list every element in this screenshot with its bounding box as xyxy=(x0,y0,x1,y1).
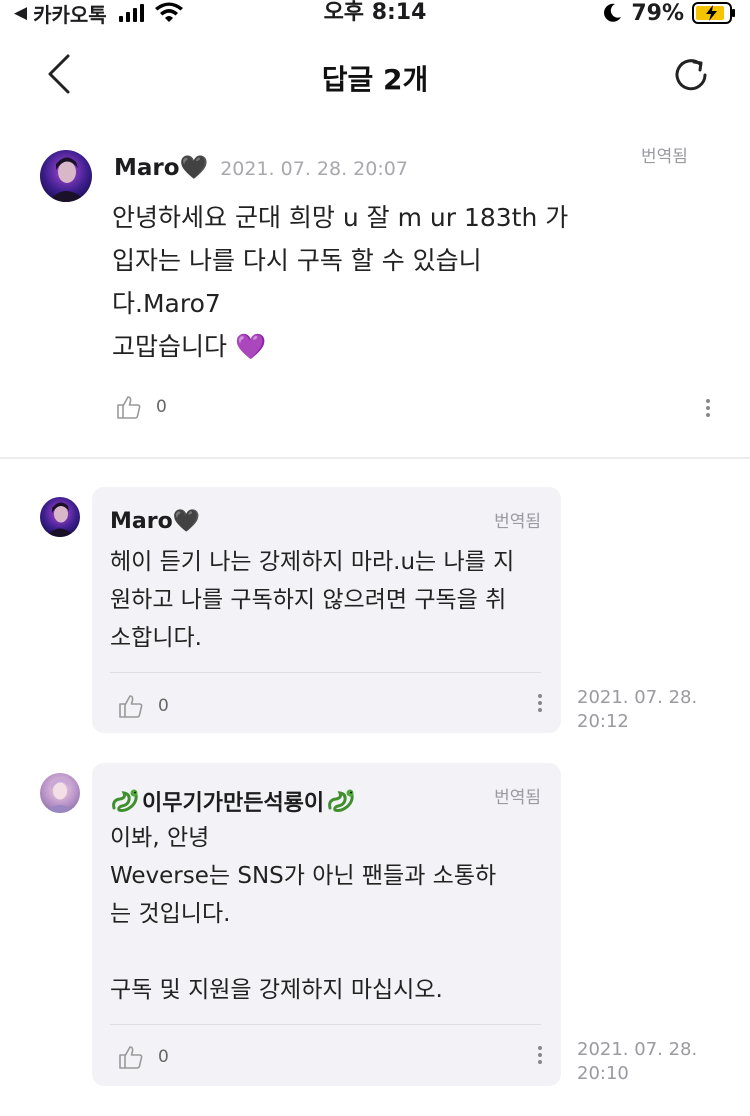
status-bar-right: 79% xyxy=(601,0,736,26)
moon-icon xyxy=(604,3,622,22)
comment-body: 안녕하세요 군대 희망 u 잘 m ur 183th 가 입자는 나를 다시 구… xyxy=(112,203,569,361)
like-count: 0 xyxy=(158,1047,169,1067)
timestamp: 2021. 07. 28. 20:07 xyxy=(220,158,408,180)
translated-label[interactable]: 번역됨 xyxy=(494,783,541,808)
translated-label[interactable]: 번역됨 xyxy=(494,507,541,532)
page-title: 답글 2개 xyxy=(321,63,429,96)
refresh-button[interactable] xyxy=(670,54,712,96)
bubble-divider xyxy=(110,672,541,673)
reply-body: 헤이 듣기 나는 강제하지 마라.u는 나를 지 원하고 나를 구독하지 않으려… xyxy=(110,549,515,651)
battery-percent: 79% xyxy=(631,0,684,26)
bubble-divider xyxy=(110,1024,541,1025)
avatar[interactable] xyxy=(40,150,92,202)
more-options-icon[interactable] xyxy=(533,691,547,719)
more-options-icon[interactable] xyxy=(701,396,715,424)
like-count: 0 xyxy=(158,696,169,716)
status-bar: ◀ 카카오톡 오후 8:14 79% xyxy=(0,0,750,27)
reply-bubble: Maro🖤 번역됨 헤이 듣기 나는 강제하지 마라.u는 나를 지 원하고 나… xyxy=(92,487,561,733)
main-comment: Maro🖤 2021. 07. 28. 20:07 번역됨 안녕하세요 군대 희… xyxy=(0,130,750,458)
reply-body: 이봐, 안녕 Weverse는 SNS가 아닌 팬들과 소통하 는 것입니다. … xyxy=(110,825,497,1003)
like-row: 0 xyxy=(118,1044,169,1070)
like-count: 0 xyxy=(156,397,167,417)
avatar[interactable] xyxy=(40,497,80,537)
like-row: 0 xyxy=(116,394,167,420)
reply-author-name[interactable]: Maro🖤 xyxy=(110,509,200,534)
reply-author-name[interactable]: 이무기가만든석룡이 xyxy=(142,785,324,817)
header: 답글 2개 xyxy=(0,40,750,110)
more-options-icon[interactable] xyxy=(533,1043,547,1071)
thumbs-up-icon[interactable] xyxy=(116,394,142,420)
battery-charging-icon xyxy=(692,2,735,24)
author-name[interactable]: Maro🖤 xyxy=(114,154,208,181)
avatar[interactable] xyxy=(40,773,80,813)
author-line: Maro🖤 2021. 07. 28. 20:07 xyxy=(114,154,408,181)
divider xyxy=(0,457,750,459)
thumbs-up-icon[interactable] xyxy=(118,693,144,719)
reply-bubble: 이무기가만든석룡이 번역됨 이봐, 안녕 Weverse는 SNS가 아닌 팬들… xyxy=(92,763,561,1086)
dragon-emoji-icon xyxy=(112,789,138,812)
reply-timestamp: 2021. 07. 28. 20:12 xyxy=(577,687,698,732)
like-row: 0 xyxy=(118,693,169,719)
thumbs-up-icon[interactable] xyxy=(118,1044,144,1070)
reply-timestamp: 2021. 07. 28. 20:10 xyxy=(577,1039,698,1084)
dragon-emoji-icon xyxy=(328,789,354,812)
reply-author-line[interactable]: 이무기가만든석룡이 xyxy=(110,785,356,817)
translated-label[interactable]: 번역됨 xyxy=(641,142,688,167)
